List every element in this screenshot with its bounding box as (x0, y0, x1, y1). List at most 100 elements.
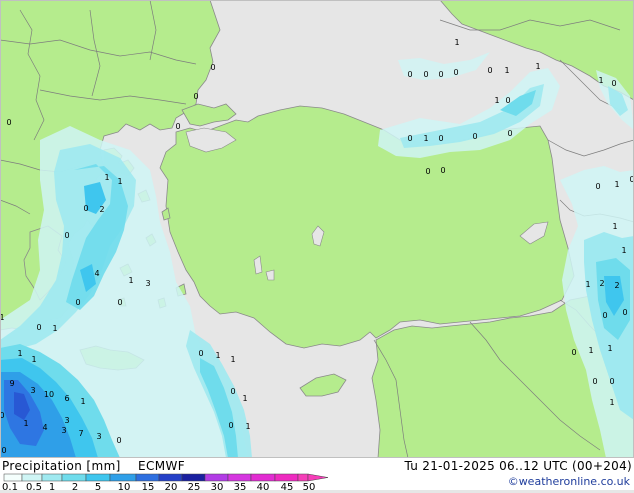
color-scale-legend: 0.1 0.5 1 2 5 10 15 20 25 30 35 40 45 50 (0, 473, 340, 493)
scale-box (227, 473, 252, 482)
precip-value-label: 0 (64, 231, 69, 240)
scale-tick-label: 50 (302, 482, 316, 493)
precip-value-label: 0 (472, 132, 477, 141)
precip-value-label: 1 (621, 246, 626, 255)
precip-value-label: 0 (407, 134, 412, 143)
precip-value-label: 1 (215, 351, 220, 360)
precip-value-label: 4 (94, 269, 99, 278)
precip-value-label: 3 (30, 386, 35, 395)
scale-tick-label: 0.5 (26, 482, 42, 493)
scale-tick-label: 5 (94, 482, 102, 493)
scale-box (109, 473, 137, 482)
scale-tick-label: 35 (233, 482, 247, 493)
scale-box (41, 473, 63, 482)
scale-box (61, 473, 87, 482)
precip-value-label: 0 (609, 377, 614, 386)
scale-box (21, 473, 43, 482)
footer: Precipitation [mm] ECMWF Tu 21-01-2025 0… (0, 458, 634, 493)
precip-value-label: 0 (595, 182, 600, 191)
precip-value-label: 0 (423, 70, 428, 79)
map-title: Precipitation [mm] (2, 459, 121, 473)
precip-value-label: 0 (438, 70, 443, 79)
scale-box (85, 473, 111, 482)
precip-value-label: 0 (75, 298, 80, 307)
scale-box (3, 473, 23, 482)
precip-value-label: 10 (44, 390, 54, 399)
precip-value-label: 0 (1, 446, 6, 455)
precip-value-label: 1 (23, 419, 28, 428)
scale-tick-label: 15 (141, 482, 155, 493)
precip-value-label: 1 (535, 62, 540, 71)
precip-value-label: 1 (588, 346, 593, 355)
precip-value-label: 0 (622, 308, 627, 317)
precip-value-label: 0 (228, 421, 233, 430)
precip-value-label: 6 (64, 394, 69, 403)
precip-value-label: 1 (245, 422, 250, 431)
precip-value-label: 1 (52, 324, 57, 333)
precip-value-label: 3 (61, 426, 66, 435)
precip-value-label: 7 (78, 429, 83, 438)
precip-value-label: 0 (116, 436, 121, 445)
scale-box (135, 473, 160, 482)
precip-value-label: 3 (96, 432, 101, 441)
scale-tick-label: 45 (280, 482, 294, 493)
precip-value-label: 0 (175, 122, 180, 131)
precip-value-label: 0 (6, 118, 11, 127)
precip-value-label: 0 (425, 167, 430, 176)
scale-tick-label: 30 (210, 482, 224, 493)
scale-box (158, 473, 183, 482)
scale-box (181, 473, 206, 482)
precip-value-label: 1 (31, 355, 36, 364)
scale-tick-label: 20 (164, 482, 178, 493)
precip-value-label: 0 (230, 387, 235, 396)
precip-value-label: 3 (64, 416, 69, 425)
scale-tick-label: 2 (71, 482, 79, 493)
precip-value-label: 1 (104, 173, 109, 182)
model-name: ECMWF (138, 459, 186, 473)
precip-value-label: 1 (242, 394, 247, 403)
precip-value-label: 0 (83, 204, 88, 213)
scale-box (250, 473, 276, 482)
precip-value-label: 0 (602, 311, 607, 320)
precip-value-label: 1 (598, 76, 603, 85)
precip-value-label: 3 (145, 279, 150, 288)
precip-value-label: 0 (505, 96, 510, 105)
precip-value-label: 1 (494, 96, 499, 105)
precip-value-label: 1 (128, 276, 133, 285)
precip-value-label: 0 (198, 349, 203, 358)
scale-box (274, 473, 299, 482)
precip-value-label: 0 (453, 68, 458, 77)
precip-value-label: 0 (438, 134, 443, 143)
precipitation-map: 100 0 0 0 10 11 0000 1 0 0 00 0201 1 1012041 300 100 1 11… (0, 0, 634, 458)
precip-value-label: 4 (42, 423, 47, 432)
precip-value-label: 1 (80, 397, 85, 406)
scale-tick-label: 25 (187, 482, 201, 493)
precip-value-label: 1 (607, 344, 612, 353)
scale-box (297, 473, 309, 482)
site-credit: ©weatheronline.co.uk (507, 475, 630, 488)
precip-value-label: 0 (487, 66, 492, 75)
precip-value-label: 0 (210, 63, 215, 72)
precip-value-label: 0 (571, 348, 576, 357)
precip-value-label: 2 (99, 205, 104, 214)
precip-value-label: 1 (454, 38, 459, 47)
scale-tick-label: 1 (48, 482, 56, 493)
precip-value-label: 1 (117, 177, 122, 186)
scale-tick-label: 10 (117, 482, 131, 493)
precip-value-label: 1 (612, 222, 617, 231)
precip-value-label: 0 (36, 323, 41, 332)
precip-value-label: 1 (609, 398, 614, 407)
precip-value-label: 0 (440, 166, 445, 175)
precip-value-label: 0 (117, 298, 122, 307)
precip-value-label: 1 (504, 66, 509, 75)
precip-value-label: 1 (423, 134, 428, 143)
color-scale-bar (3, 473, 329, 482)
precip-value-label: 1 (614, 180, 619, 189)
precip-value-label: 2 (614, 281, 619, 290)
precip-value-label: 9 (9, 379, 14, 388)
precip-value-label: 0 (507, 129, 512, 138)
scale-box (204, 473, 229, 482)
precip-value-label: 0 (611, 79, 616, 88)
forecast-datetime: Tu 21-01-2025 06..12 UTC (00+204) (404, 459, 632, 473)
precip-value-label: 0 (407, 70, 412, 79)
